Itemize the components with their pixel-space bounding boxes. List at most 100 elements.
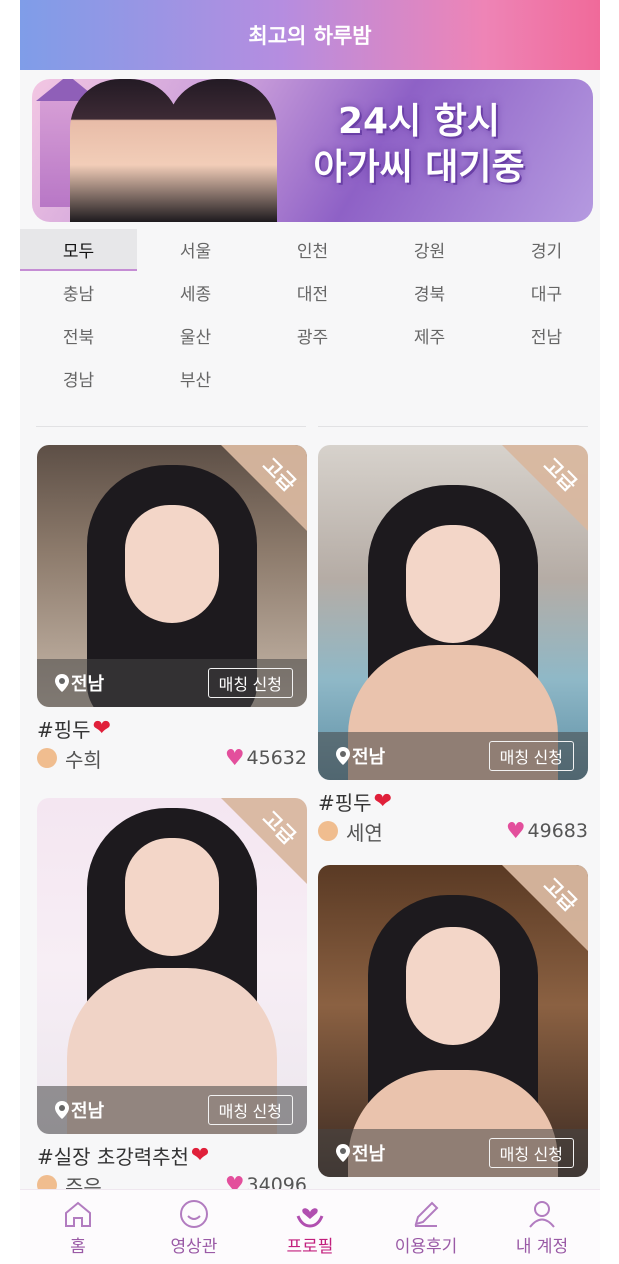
like-heart-icon: ♥ — [224, 745, 245, 771]
region-filter: 모두 서울 인천 강원 경기 충남 세종 대전 경북 대구 전북 울산 광주 제… — [20, 229, 600, 401]
region-row: 경남 부산 — [20, 358, 600, 401]
bottom-nav: 홈 영상관 프로필 이용후기 내 계정 — [20, 1189, 600, 1264]
location-label: 전남 — [336, 1140, 385, 1166]
location-text: 전남 — [352, 1144, 386, 1165]
divider — [36, 426, 306, 427]
region-tab[interactable]: 대구 — [488, 272, 600, 312]
region-tab[interactable]: 대전 — [254, 272, 371, 312]
profile-photo[interactable]: 고급 전남 매칭 신청 — [37, 445, 307, 707]
nav-account[interactable]: 내 계정 — [484, 1190, 600, 1264]
location-pin-icon — [55, 1101, 69, 1119]
nav-videos[interactable]: 영상관 — [136, 1190, 252, 1264]
region-tab[interactable]: 울산 — [137, 315, 254, 355]
region-row: 전북 울산 광주 제주 전남 — [20, 315, 600, 358]
nav-label: 프로필 — [286, 1236, 334, 1257]
avatar — [318, 821, 338, 841]
region-tab[interactable]: 제주 — [371, 315, 488, 355]
nav-reviews[interactable]: 이용후기 — [368, 1190, 484, 1264]
banner-slogan-line: 24시 항시 — [338, 101, 500, 142]
match-request-button[interactable]: 매칭 신청 — [207, 668, 293, 698]
region-row: 충남 세종 대전 경북 대구 — [20, 272, 600, 315]
nav-label: 내 계정 — [515, 1236, 569, 1257]
location-pin-icon — [336, 1144, 350, 1162]
profile-photo[interactable]: 고급 전남 매칭 신청 — [318, 445, 588, 780]
profile-user: 세연 — [318, 817, 383, 846]
region-tab[interactable]: 경북 — [371, 272, 488, 312]
photo-figure — [406, 525, 500, 643]
photo-bar: 전남 매칭 신청 — [37, 1086, 307, 1134]
user-icon — [529, 1200, 555, 1228]
region-tab[interactable]: 충남 — [20, 272, 137, 312]
like-count[interactable]: ♥ 49683 — [506, 819, 588, 844]
nav-profile[interactable]: 프로필 — [252, 1190, 368, 1264]
region-tab[interactable]: 전북 — [20, 315, 137, 355]
profile-card[interactable]: 고급 전남 매칭 신청 #실장 초강력추천 ❤ 주은 ♥ 34096 — [37, 798, 307, 1200]
banner-model-image — [70, 79, 180, 222]
banner-slogan: 24시 항시 아가씨 대기중 — [269, 99, 569, 191]
location-text: 전남 — [352, 747, 386, 768]
profile-card[interactable]: 고급 전남 매칭 신청 #핑두 ❤ 세연 ♥ 49683 — [318, 445, 588, 846]
region-tab[interactable]: 인천 — [254, 229, 371, 269]
tag-text: #실장 초강력추천 — [37, 1144, 189, 1169]
red-heart-icon: ❤ — [92, 715, 111, 741]
divider — [318, 426, 588, 427]
photo-bar: 전남 매칭 신청 — [318, 732, 588, 780]
photo-figure — [125, 505, 219, 623]
region-tab[interactable]: 세종 — [137, 272, 254, 312]
match-request-button[interactable]: 매칭 신청 — [488, 1138, 574, 1168]
page-title: 최고의 하루밤 — [248, 24, 372, 48]
home-icon — [65, 1201, 91, 1227]
location-label: 전남 — [55, 1097, 104, 1123]
like-heart-icon: ♥ — [505, 818, 526, 844]
profile-card[interactable]: 고급 전남 매칭 신청 #핑두 ❤ 수희 ♥ 45632 — [37, 445, 307, 773]
profile-photo[interactable]: 고급 전남 매칭 신청 — [318, 865, 588, 1177]
like-count[interactable]: ♥ 45632 — [225, 746, 307, 771]
page: 최고의 하루밤 24시 항시 아가씨 대기중 모두 서울 인천 강원 경기 충남… — [20, 0, 600, 1264]
photo-figure — [406, 927, 500, 1045]
location-label: 전남 — [55, 670, 104, 696]
profile-card[interactable]: 고급 전남 매칭 신청 #핑두 ❤ — [318, 865, 588, 1213]
grade-ribbon — [502, 865, 588, 951]
location-text: 전남 — [71, 1101, 105, 1122]
tag-text: #핑두 — [37, 717, 91, 742]
red-heart-icon: ❤ — [190, 1142, 210, 1168]
match-request-button[interactable]: 매칭 신청 — [207, 1095, 293, 1125]
location-pin-icon — [336, 747, 350, 765]
heart-hands-icon — [296, 1207, 324, 1228]
promo-banner[interactable]: 24시 항시 아가씨 대기중 — [32, 79, 593, 222]
photo-figure — [125, 838, 219, 956]
region-tab[interactable]: 광주 — [254, 315, 371, 355]
profile-user: 수희 — [37, 744, 102, 773]
tag-text: #핑두 — [318, 790, 372, 815]
avatar — [37, 748, 57, 768]
grade-ribbon — [502, 445, 588, 531]
region-tab[interactable]: 경남 — [20, 358, 137, 398]
region-tab[interactable]: 부산 — [137, 358, 254, 398]
banner-slogan-line: 아가씨 대기중 — [313, 147, 525, 188]
match-request-button[interactable]: 매칭 신청 — [488, 741, 574, 771]
location-label: 전남 — [336, 743, 385, 769]
region-tab[interactable]: 서울 — [137, 229, 254, 269]
profile-name: 세연 — [346, 820, 383, 845]
smile-icon — [180, 1199, 208, 1228]
grade-ribbon — [221, 445, 307, 531]
grade-ribbon — [221, 798, 307, 884]
nav-home[interactable]: 홈 — [20, 1190, 136, 1264]
profile-meta: 세연 ♥ 49683 — [318, 816, 588, 846]
region-tab[interactable]: 모두 — [20, 229, 137, 271]
profile-tag: #핑두 ❤ — [318, 786, 588, 816]
photo-bar: 전남 매칭 신청 — [318, 1129, 588, 1177]
profile-tag: #실장 초강력추천 ❤ — [37, 1140, 307, 1170]
banner-model-image — [167, 79, 277, 222]
location-text: 전남 — [71, 674, 105, 695]
nav-label: 영상관 — [170, 1236, 218, 1257]
profile-name: 수희 — [65, 747, 102, 772]
pencil-icon — [414, 1201, 439, 1227]
nav-label: 이용후기 — [394, 1236, 458, 1257]
region-tab[interactable]: 경기 — [488, 229, 600, 269]
region-tab[interactable]: 강원 — [371, 229, 488, 269]
nav-label: 홈 — [70, 1236, 86, 1257]
like-count-value: 49683 — [527, 820, 588, 842]
region-tab[interactable]: 전남 — [488, 315, 600, 355]
profile-photo[interactable]: 고급 전남 매칭 신청 — [37, 798, 307, 1134]
